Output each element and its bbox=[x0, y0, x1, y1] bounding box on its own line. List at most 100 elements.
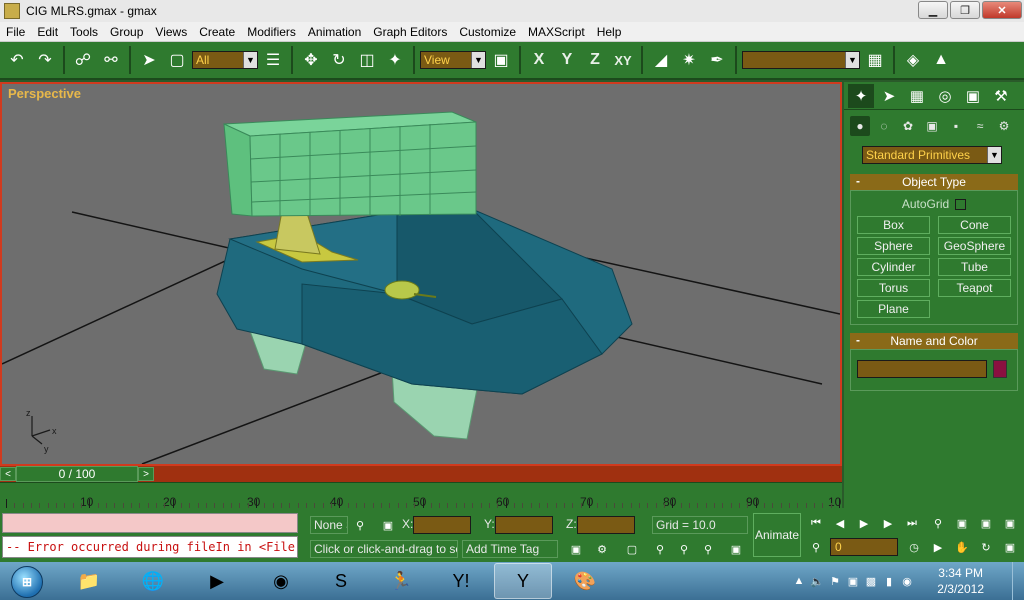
security-icon[interactable]: ◉ bbox=[898, 575, 916, 588]
y-coord-field[interactable] bbox=[495, 516, 553, 534]
maxscript-listener-output[interactable]: -- Error occurred during fileIn in <File… bbox=[2, 536, 298, 558]
redo-icon[interactable]: ↷ bbox=[32, 46, 58, 74]
geometry-icon[interactable]: ● bbox=[850, 116, 870, 136]
cameras-icon[interactable]: ▣ bbox=[922, 116, 942, 136]
go-to-end-icon[interactable]: ⏭ bbox=[902, 514, 922, 532]
play-icon[interactable]: ▶ bbox=[854, 514, 874, 532]
rectangular-selection-icon[interactable]: ▢ bbox=[164, 46, 190, 74]
undo-icon[interactable]: ↶ bbox=[4, 46, 30, 74]
maximize-button[interactable]: ❐ bbox=[950, 1, 980, 19]
utilities-tab-icon[interactable]: ⚒ bbox=[988, 84, 1014, 108]
menu-modifiers[interactable]: Modifiers bbox=[241, 25, 302, 39]
select-and-link-icon[interactable]: ☍ bbox=[70, 46, 96, 74]
key-filter-icon[interactable]: ⚲ bbox=[674, 540, 694, 558]
minimize-button[interactable]: ▁ bbox=[918, 1, 948, 19]
menu-customize[interactable]: Customize bbox=[453, 25, 522, 39]
manipulate-icon[interactable]: ✦ bbox=[382, 46, 408, 74]
maximize-viewport-icon[interactable]: ▣ bbox=[1000, 538, 1020, 556]
arc-rotate-icon[interactable]: ↻ bbox=[976, 538, 996, 556]
menu-edit[interactable]: Edit bbox=[31, 25, 64, 39]
menu-group[interactable]: Group bbox=[104, 25, 149, 39]
menu-file[interactable]: File bbox=[0, 25, 31, 39]
modify-tab-icon[interactable]: ➤ bbox=[876, 84, 902, 108]
next-frame-icon[interactable]: ▶ bbox=[878, 514, 898, 532]
key-icon[interactable]: ⚲ bbox=[650, 540, 670, 558]
chrome-task-icon[interactable]: ◉ bbox=[252, 563, 310, 599]
paint-task-icon[interactable]: 🎨 bbox=[556, 563, 614, 599]
menu-tools[interactable]: Tools bbox=[64, 25, 104, 39]
motion-tab-icon[interactable]: ◎ bbox=[932, 84, 958, 108]
display-tab-icon[interactable]: ▣ bbox=[960, 84, 986, 108]
skype-task-icon[interactable]: S bbox=[312, 563, 370, 599]
file-explorer-task-icon[interactable]: 📁 bbox=[60, 563, 118, 599]
pan-hand-icon[interactable]: ✋ bbox=[952, 538, 972, 556]
time-slider-thumb[interactable]: 0 / 100 bbox=[16, 466, 138, 482]
systems-icon[interactable]: ⚙ bbox=[994, 116, 1014, 136]
internet-explorer-task-icon[interactable]: 🌐 bbox=[124, 563, 182, 599]
network-icon[interactable]: ▩ bbox=[862, 575, 880, 588]
aim-task-icon[interactable]: 🏃 bbox=[372, 563, 430, 599]
degradation-override-icon[interactable]: ⚙ bbox=[592, 540, 612, 558]
time-slider[interactable]: < 0 / 100 > bbox=[0, 466, 842, 482]
unlink-icon[interactable]: ⚯ bbox=[98, 46, 124, 74]
lock-selection-icon[interactable]: ⚲ bbox=[350, 516, 370, 534]
array-icon[interactable]: ✷ bbox=[676, 46, 702, 74]
maxscript-listener-input[interactable] bbox=[2, 513, 298, 533]
cube-icon[interactable]: ▢ bbox=[622, 540, 642, 558]
animate-button[interactable]: Animate bbox=[753, 513, 801, 557]
perspective-viewport[interactable]: Perspective z x y bbox=[0, 82, 842, 466]
lights-icon[interactable]: ✿ bbox=[898, 116, 918, 136]
helpers-icon[interactable]: ▪ bbox=[946, 116, 966, 136]
previous-frame-icon[interactable]: ◀ bbox=[830, 514, 850, 532]
cone-button[interactable]: Cone bbox=[938, 216, 1011, 234]
show-desktop-button[interactable] bbox=[1012, 562, 1024, 600]
set-key-icon[interactable]: ⚲ bbox=[698, 540, 718, 558]
box-mode-icon[interactable]: ▣ bbox=[566, 540, 586, 558]
material-editor-icon[interactable]: ◈ bbox=[900, 46, 926, 74]
go-to-start-icon[interactable]: ⏮ bbox=[806, 514, 826, 532]
shapes-icon[interactable]: ◌ bbox=[874, 116, 894, 136]
snaps-icon[interactable]: ▦ bbox=[862, 46, 888, 74]
menu-graph-editors[interactable]: Graph Editors bbox=[367, 25, 453, 39]
box-button[interactable]: Box bbox=[857, 216, 930, 234]
select-and-rotate-icon[interactable]: ↻ bbox=[326, 46, 352, 74]
object-name-field[interactable] bbox=[857, 360, 987, 378]
space-warps-icon[interactable]: ≈ bbox=[970, 116, 990, 136]
battery-icon[interactable]: ▮ bbox=[880, 575, 898, 588]
zoom-extents-all-icon[interactable]: ▣ bbox=[1000, 514, 1020, 532]
restrict-xy-button[interactable]: XY bbox=[610, 46, 636, 74]
object-color-swatch[interactable] bbox=[993, 360, 1007, 378]
gmax-task-icon[interactable]: Y bbox=[494, 563, 552, 599]
menu-create[interactable]: Create bbox=[193, 25, 241, 39]
time-prev-button[interactable]: < bbox=[0, 467, 16, 481]
object-type-rollout-header[interactable]: - Object Type bbox=[850, 174, 1018, 190]
create-tab-icon[interactable]: ✦ bbox=[848, 84, 874, 108]
absolute-mode-icon[interactable]: ▣ bbox=[378, 516, 398, 534]
show-hidden-icons-icon[interactable]: ▲ bbox=[790, 575, 808, 587]
select-and-move-icon[interactable]: ✥ bbox=[298, 46, 324, 74]
yahoo-messenger-task-icon[interactable]: Y! bbox=[432, 563, 490, 599]
select-and-scale-icon[interactable]: ◫ bbox=[354, 46, 380, 74]
teapot-button[interactable]: Teapot bbox=[938, 279, 1011, 297]
track-bar[interactable]: 10 20 30 40 50 60 70 80 90 10 bbox=[0, 482, 842, 509]
align-icon[interactable]: ✒ bbox=[704, 46, 730, 74]
add-time-tag-button[interactable]: Add Time Tag bbox=[462, 540, 558, 558]
autogrid-checkbox[interactable] bbox=[955, 198, 967, 210]
flag-icon[interactable]: ⚑ bbox=[826, 575, 844, 588]
zoom-extents-icon[interactable]: ▣ bbox=[976, 514, 996, 532]
tube-button[interactable]: Tube bbox=[938, 258, 1011, 276]
zoom-icon[interactable]: ⚲ bbox=[928, 514, 948, 532]
named-selection-dropdown[interactable]: ▼ bbox=[742, 51, 860, 69]
time-next-button[interactable]: > bbox=[138, 467, 154, 481]
name-color-rollout-header[interactable]: - Name and Color bbox=[850, 333, 1018, 349]
z-coord-field[interactable] bbox=[577, 516, 635, 534]
key-mode-toggle-icon[interactable]: ⚲ bbox=[806, 538, 826, 556]
media-player-task-icon[interactable]: ▶ bbox=[188, 563, 246, 599]
x-coord-field[interactable] bbox=[413, 516, 471, 534]
select-object-icon[interactable]: ➤ bbox=[136, 46, 162, 74]
close-button[interactable]: ✕ bbox=[982, 1, 1022, 19]
menu-animation[interactable]: Animation bbox=[302, 25, 367, 39]
primitive-type-dropdown[interactable]: Standard Primitives ▼ bbox=[862, 146, 1002, 164]
menu-views[interactable]: Views bbox=[149, 25, 193, 39]
restrict-y-button[interactable]: Y bbox=[554, 46, 580, 74]
